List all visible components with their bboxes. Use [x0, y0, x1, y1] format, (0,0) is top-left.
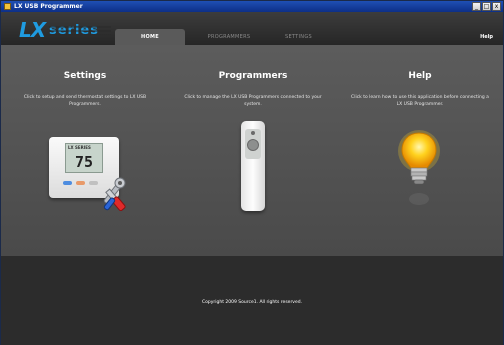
- thermostat-brand: LX SERIES: [68, 145, 91, 150]
- app-window: LX USB Programmer _ □ x LX series HOME P…: [0, 0, 504, 345]
- help-link[interactable]: Help: [480, 29, 493, 45]
- logo-prefix: LX: [19, 18, 46, 42]
- tab-home[interactable]: HOME: [115, 29, 185, 45]
- thermostat-icon[interactable]: LX SERIES 75: [49, 137, 126, 212]
- settings-title: Settings: [63, 71, 107, 81]
- window-title: LX USB Programmer: [14, 3, 83, 10]
- help-title: Help: [408, 71, 432, 81]
- maximize-button[interactable]: □: [482, 2, 491, 11]
- programmers-description: Click to manage the LX USB Programmers c…: [184, 95, 322, 107]
- help-card[interactable]: Help Click to learn how to use this appl…: [337, 45, 503, 256]
- programmers-title: Programmers: [218, 71, 288, 81]
- programmers-card[interactable]: Programmers Click to manage the LX USB P…: [169, 45, 337, 256]
- thermostat-screen: LX SERIES 75: [65, 143, 103, 173]
- copyright-text: Copyright 2009 Source1. All rights reser…: [201, 300, 303, 305]
- footer: Copyright 2009 Source1. All rights reser…: [1, 256, 503, 345]
- remote-programmer-icon[interactable]: [241, 121, 265, 211]
- remote-dial: [247, 139, 259, 151]
- window-controls: _ □ x: [472, 2, 501, 11]
- tab-settings[interactable]: SETTINGS: [276, 29, 321, 45]
- thermostat-temperature: 75: [75, 153, 94, 171]
- thermostat-button-blue: [63, 181, 72, 185]
- wrench-screwdriver-icon: [103, 177, 126, 212]
- home-content: Settings Click to setup and send thermos…: [1, 45, 503, 256]
- tab-programmers[interactable]: PROGRAMMERS: [199, 29, 259, 45]
- close-button[interactable]: x: [492, 2, 501, 11]
- settings-card[interactable]: Settings Click to setup and send thermos…: [1, 45, 169, 256]
- thermostat-buttons: [63, 181, 98, 185]
- logo-stripes: [49, 26, 111, 35]
- thermostat-button-orange: [76, 181, 85, 185]
- app-icon: [4, 3, 11, 10]
- nav-bar: LX series HOME PROGRAMMERS SETTINGS Help: [1, 12, 503, 45]
- title-bar[interactable]: LX USB Programmer _ □ x: [1, 1, 503, 12]
- settings-description: Click to setup and send thermostat setti…: [23, 95, 147, 107]
- lx-series-logo: LX series: [19, 18, 111, 42]
- help-description: Click to learn how to use this applicati…: [351, 95, 489, 107]
- remote-led: [251, 131, 255, 135]
- light-bulb-icon[interactable]: [397, 127, 441, 211]
- minimize-button[interactable]: _: [472, 2, 481, 11]
